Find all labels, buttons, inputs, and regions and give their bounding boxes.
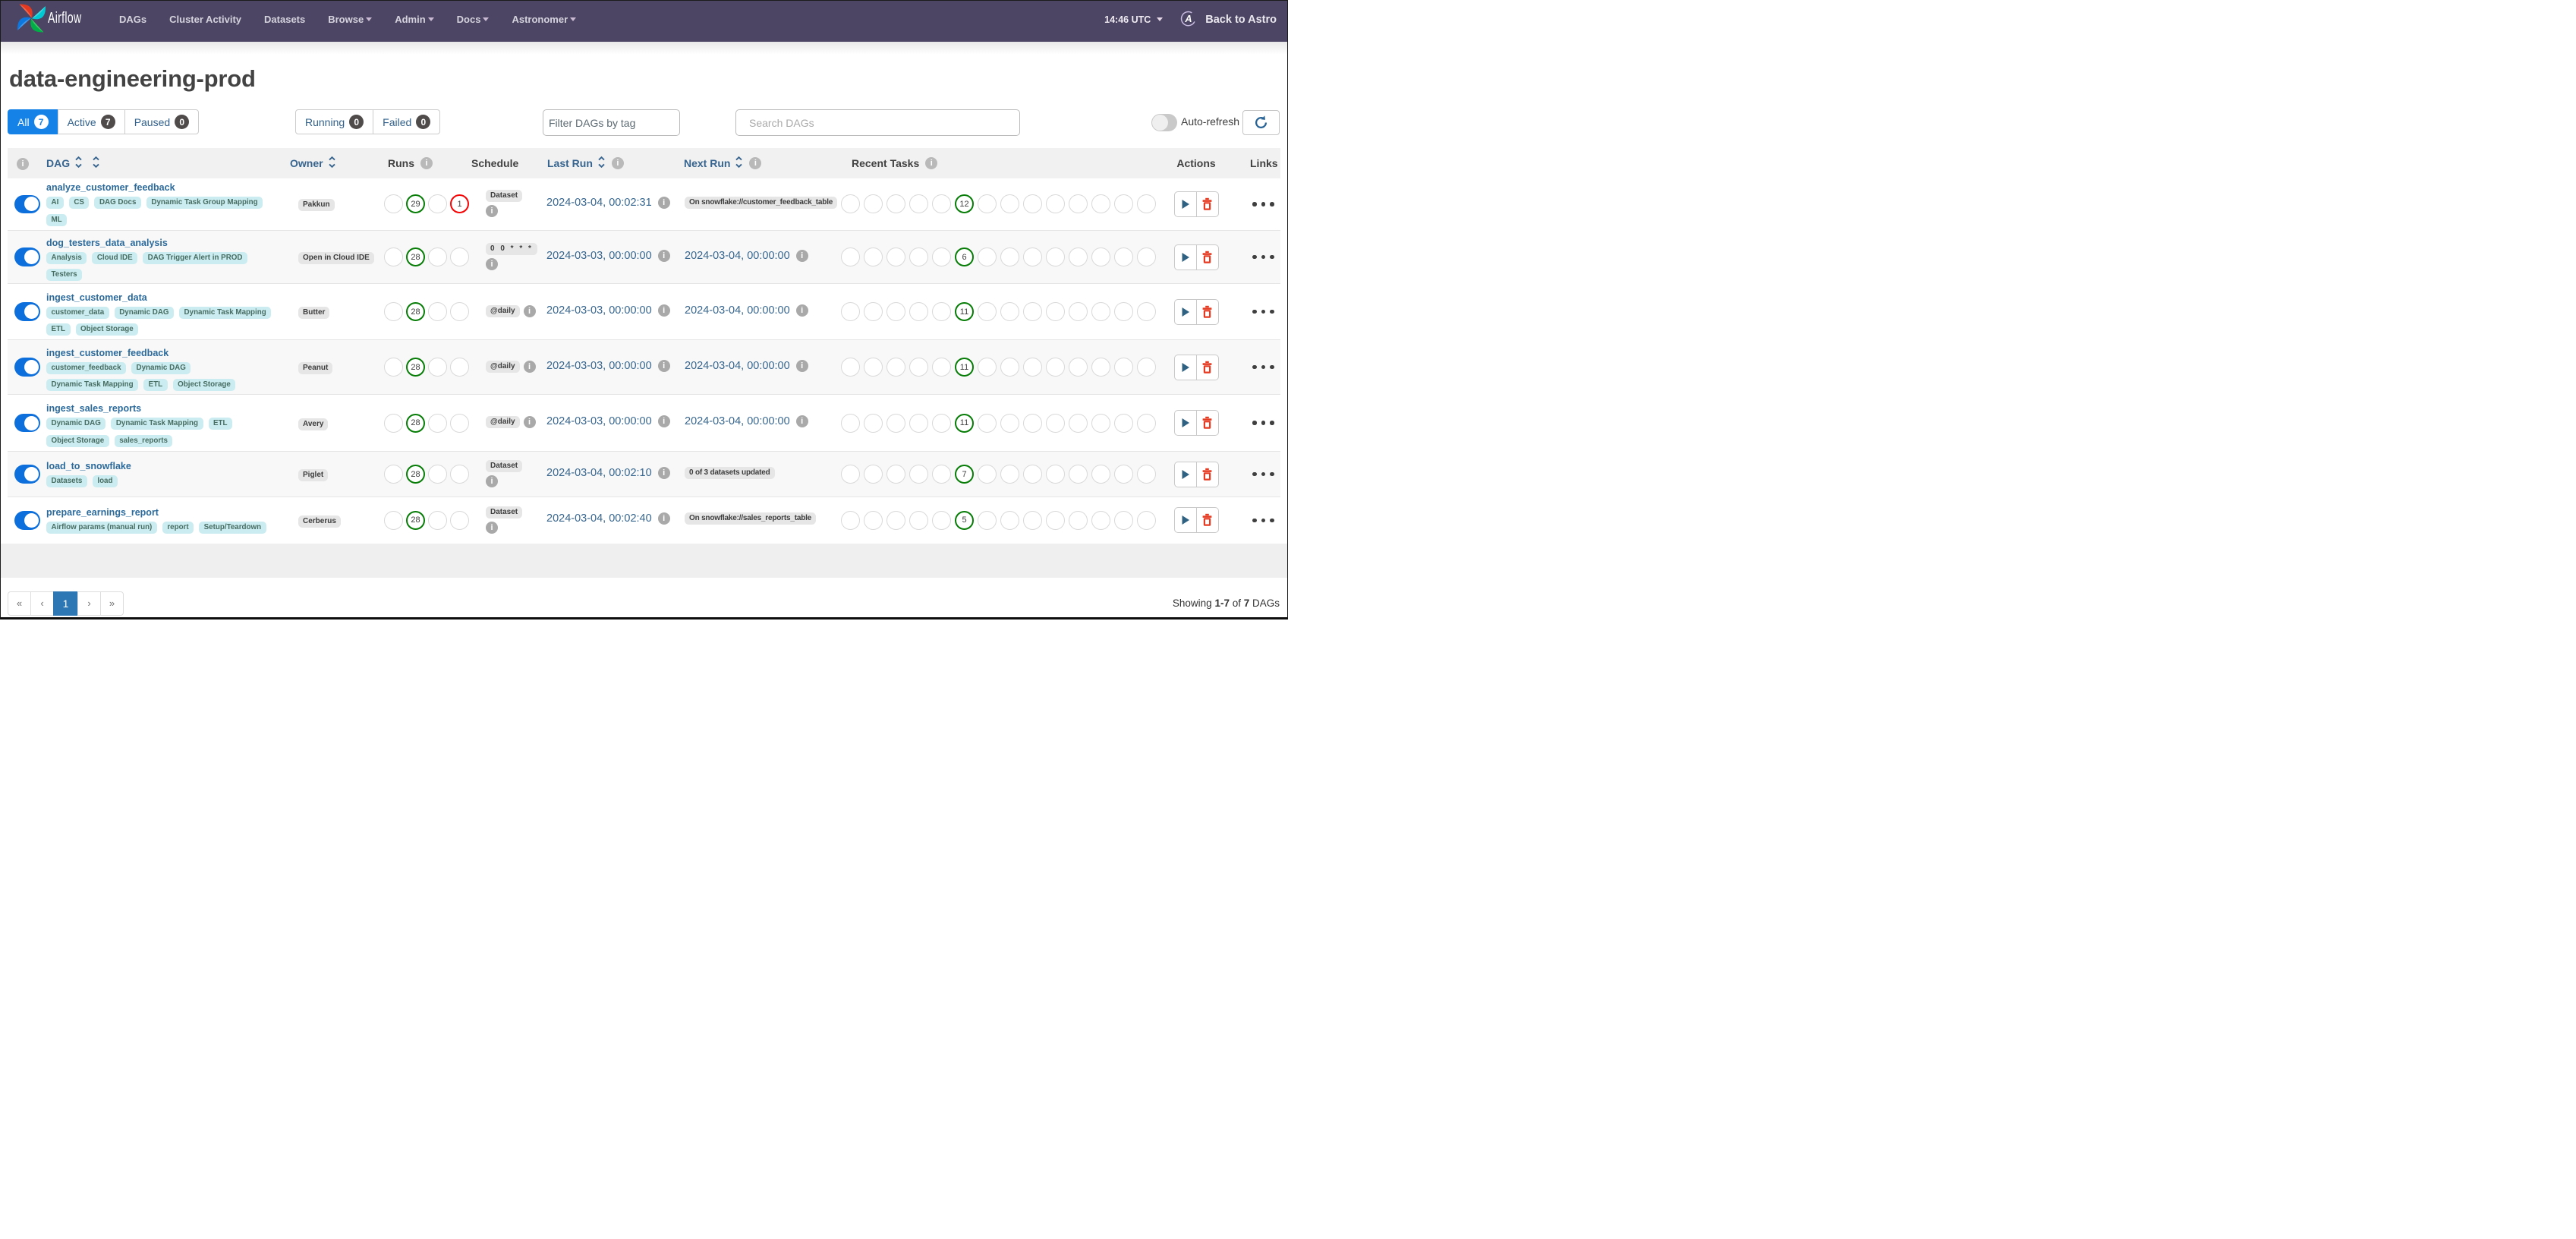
svg-text:A: A bbox=[1185, 13, 1192, 24]
